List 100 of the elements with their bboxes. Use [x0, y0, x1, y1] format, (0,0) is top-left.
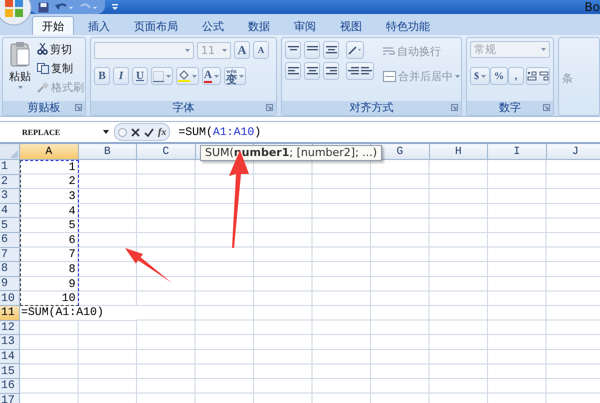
align-bottom-icon[interactable] [326, 45, 336, 55]
font-color-button[interactable]: A [202, 67, 221, 85]
customize-icon[interactable] [111, 3, 119, 11]
cancel-icon[interactable] [131, 128, 140, 136]
column-header[interactable]: B [78, 144, 137, 160]
column-header[interactable]: I [488, 144, 546, 160]
caret-icon[interactable] [103, 130, 109, 134]
row-header[interactable]: 9 [0, 276, 20, 292]
borders-icon [153, 70, 164, 82]
clipboard-button[interactable]: 剪切 [36, 41, 85, 57]
ribbon-tab[interactable]: 公式 [190, 16, 236, 35]
column-header[interactable]: A [20, 144, 78, 160]
row-header[interactable]: 16 [0, 378, 20, 394]
group-label: 数字 [499, 101, 521, 115]
dialog-launcher-icon[interactable] [543, 104, 550, 111]
row-header[interactable]: 4 [0, 204, 20, 218]
column-header[interactable]: C [137, 144, 196, 160]
caret-icon [185, 48, 190, 52]
table-cell-text: 2 [68, 174, 76, 190]
decrease-indent-icon[interactable] [348, 66, 359, 76]
annotation-arrow [125, 248, 172, 283]
bold-button[interactable]: B [94, 67, 110, 85]
align-left-icon[interactable] [288, 66, 298, 76]
caret-icon [238, 74, 244, 78]
brush-icon [37, 82, 49, 92]
currency-button[interactable]: $ [470, 67, 490, 85]
paste-button[interactable]: 粘贴 [6, 41, 34, 98]
dialog-launcher-icon[interactable] [451, 104, 458, 111]
wrap-text-icon [383, 46, 395, 56]
underline-button[interactable]: U [132, 67, 148, 85]
row-header[interactable]: 15 [0, 364, 20, 379]
group-label: 对齐方式 [350, 101, 394, 115]
table-cell-text: 7 [68, 248, 76, 262]
caret-icon [166, 74, 171, 78]
save-icon[interactable] [38, 2, 49, 12]
caret-icon [18, 86, 22, 89]
dialog-launcher-icon[interactable] [75, 104, 82, 111]
scissors-icon [37, 43, 48, 55]
font-name-field[interactable] [94, 42, 194, 58]
align-center-icon[interactable] [306, 66, 318, 76]
ribbon-tab[interactable]: 特色功能 [374, 16, 442, 35]
caret-icon [481, 74, 486, 78]
row-header[interactable]: 2 [0, 174, 20, 190]
row-header[interactable]: 11 [0, 306, 20, 321]
group-label: 字体 [172, 101, 194, 115]
fill-color-button[interactable] [176, 67, 199, 85]
table-cell-text: 3 [68, 189, 76, 204]
caret-icon [455, 74, 460, 78]
caret-icon [541, 48, 546, 51]
orientation-icon[interactable] [348, 45, 362, 55]
row-header[interactable]: 10 [0, 291, 20, 306]
table-cell-text: 1 [68, 160, 76, 175]
percent-button[interactable]: % [490, 67, 508, 85]
align-right-icon[interactable] [326, 66, 336, 76]
row-header[interactable]: 7 [0, 248, 20, 262]
ribbon-tab[interactable]: 审阅 [282, 16, 328, 35]
increase-decimal-icon[interactable] [527, 71, 537, 81]
caret-icon [192, 74, 197, 78]
ribbon-tab[interactable]: 数据 [236, 16, 282, 35]
row-header[interactable]: 8 [0, 262, 20, 277]
ribbon-tab[interactable]: 开始 [32, 16, 74, 35]
caret-icon [222, 48, 227, 52]
cell-input[interactable]: =SUM(A1:A10) [20, 306, 137, 321]
italic-button[interactable]: I [113, 67, 129, 85]
table-cell-text: 4 [68, 204, 76, 218]
formula-field[interactable]: =SUM(A1:A10) [178, 126, 262, 138]
shrink-font-button[interactable]: A [253, 41, 269, 59]
merge-cells-icon [383, 70, 396, 82]
table-cell-text: 10 [60, 291, 76, 306]
paint-bucket-icon [178, 70, 190, 82]
insert-function-button[interactable]: fx [158, 126, 166, 138]
row-header[interactable]: 1 [0, 160, 20, 175]
window-title: Bo [584, 0, 600, 14]
name-box[interactable]: REPLACE [22, 128, 60, 136]
dialog-launcher-icon[interactable] [266, 104, 273, 111]
increase-indent-icon[interactable] [361, 66, 372, 76]
clipboard-button[interactable]: 复制 [36, 60, 85, 76]
ribbon-tab[interactable]: 视图 [328, 16, 374, 35]
borders-button[interactable] [151, 67, 173, 85]
check-icon[interactable] [144, 128, 154, 136]
column-header[interactable]: J [546, 144, 600, 160]
clipboard-icon [10, 41, 30, 67]
ribbon-tab[interactable]: 页面布局 [122, 16, 190, 35]
decrease-decimal-icon[interactable] [539, 71, 549, 81]
row-header[interactable]: 6 [0, 232, 20, 248]
grow-font-button[interactable]: A [234, 41, 250, 59]
ribbon-tab[interactable]: 插入 [76, 16, 122, 35]
row-header[interactable]: 14 [0, 350, 20, 364]
caret-icon [214, 74, 219, 78]
table-cell-text: 9 [68, 276, 76, 292]
row-header[interactable]: 13 [0, 335, 20, 350]
column-header[interactable]: H [430, 144, 488, 160]
comma-button[interactable]: , [508, 67, 524, 85]
row-header[interactable]: 12 [0, 320, 20, 336]
undo-icon[interactable] [55, 2, 73, 12]
row-header[interactable]: 3 [0, 189, 20, 204]
group-label: 剪贴板 [28, 101, 60, 115]
table-cell-text: 6 [68, 232, 76, 248]
row-header[interactable]: 5 [0, 218, 20, 233]
grip-icon [118, 128, 127, 136]
